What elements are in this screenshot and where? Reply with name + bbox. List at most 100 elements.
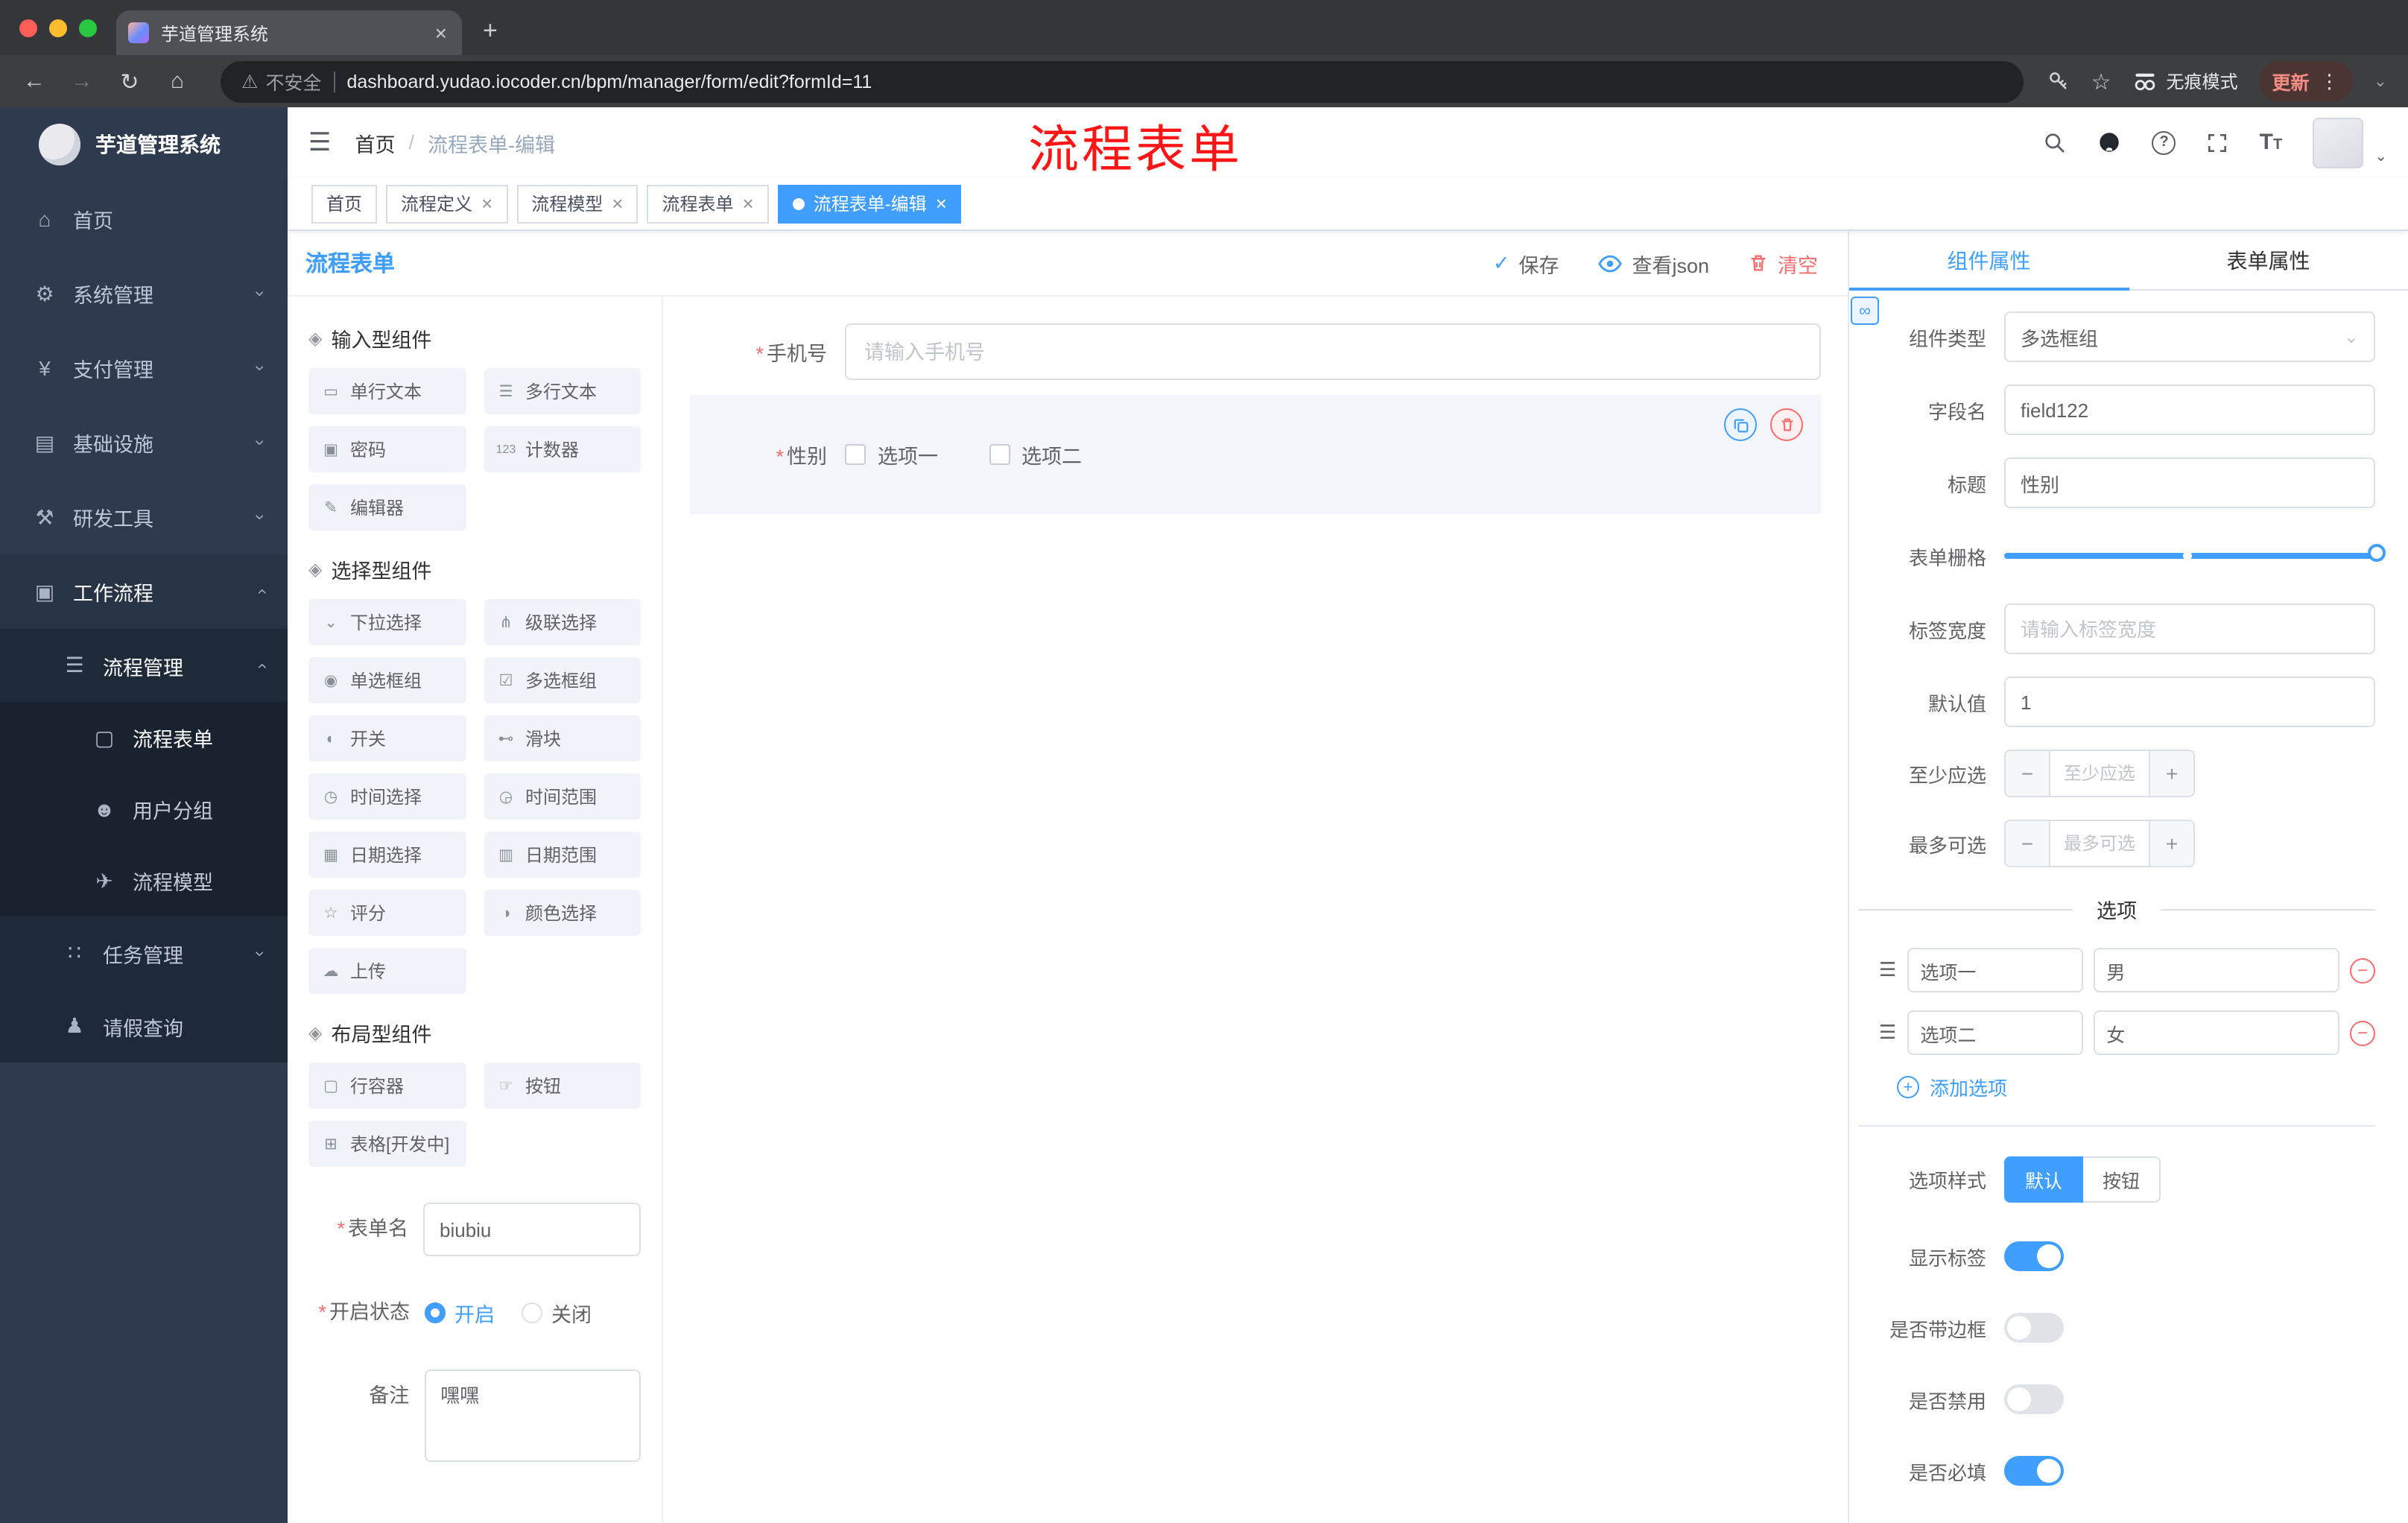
drag-handle-icon[interactable]: ☰ bbox=[1879, 1021, 1896, 1045]
tag-close-icon[interactable]: × bbox=[936, 192, 947, 215]
add-option-button[interactable]: + 添加选项 bbox=[1897, 1073, 2375, 1101]
minimize-window-button[interactable] bbox=[49, 19, 67, 37]
style-button-button[interactable]: 按钮 bbox=[2083, 1156, 2161, 1203]
option-text-input[interactable] bbox=[1907, 1010, 2083, 1055]
back-icon[interactable]: ← bbox=[15, 69, 54, 94]
tag-process-definition[interactable]: 流程定义 × bbox=[386, 184, 508, 223]
palette-item-time-picker[interactable]: ◷ 时间选择 bbox=[308, 773, 466, 820]
tag-close-icon[interactable]: × bbox=[612, 192, 623, 215]
github-icon[interactable] bbox=[2097, 130, 2123, 155]
help-icon[interactable]: ? bbox=[2152, 130, 2176, 154]
border-toggle[interactable] bbox=[2004, 1313, 2064, 1343]
tag-close-icon[interactable]: × bbox=[481, 192, 492, 215]
sidebar-item-payment[interactable]: ¥ 支付管理 › bbox=[0, 331, 288, 405]
palette-item-upload[interactable]: ☁ 上传 bbox=[308, 948, 466, 994]
sidebar-item-home[interactable]: ⌂ 首页 bbox=[0, 182, 288, 256]
form-name-input[interactable] bbox=[423, 1203, 641, 1256]
gender-option-1[interactable]: 选项一 bbox=[845, 440, 938, 469]
remove-option-icon[interactable]: − bbox=[2350, 957, 2375, 983]
sidebar-item-user-group[interactable]: ☻ 用户分组 bbox=[0, 773, 288, 845]
label-width-input[interactable] bbox=[2004, 604, 2375, 654]
search-icon[interactable] bbox=[2044, 130, 2068, 154]
font-size-icon[interactable]: TT bbox=[2260, 130, 2283, 155]
palette-item-button[interactable]: ☞ 按钮 bbox=[484, 1063, 641, 1109]
sidebar-item-devtools[interactable]: ⚒ 研发工具 › bbox=[0, 480, 288, 554]
option-text-input[interactable] bbox=[1907, 948, 2083, 992]
address-bar[interactable]: ⚠ 不安全 dashboard.yudao.iocoder.cn/bpm/man… bbox=[221, 60, 2024, 102]
sidebar-item-process-form[interactable]: ▢ 流程表单 bbox=[0, 702, 288, 773]
palette-item-rate[interactable]: ☆ 评分 bbox=[308, 890, 466, 936]
tag-home[interactable]: 首页 bbox=[311, 184, 378, 223]
max-checked-input[interactable] bbox=[2050, 821, 2149, 866]
canvas-field-phone[interactable]: * 手机号 bbox=[690, 323, 1821, 380]
required-toggle[interactable] bbox=[2004, 1456, 2064, 1486]
status-off-radio[interactable]: 关闭 bbox=[522, 1298, 592, 1328]
palette-item-single-text[interactable]: ▭ 单行文本 bbox=[308, 368, 466, 414]
gender-option-2[interactable]: 选项二 bbox=[989, 440, 1082, 469]
palette-item-slider[interactable]: ⊷ 滑块 bbox=[484, 715, 641, 762]
palette-item-date-picker[interactable]: ▦ 日期选择 bbox=[308, 832, 466, 878]
palette-item-multi-text[interactable]: ☰ 多行文本 bbox=[484, 368, 641, 414]
save-button[interactable]: ✓ 保存 bbox=[1493, 248, 1559, 278]
component-type-select[interactable]: 多选框组 ⌄ bbox=[2004, 311, 2375, 362]
sidebar-item-task-mgmt[interactable]: ∷ 任务管理 › bbox=[0, 916, 288, 990]
default-value-input[interactable] bbox=[2004, 677, 2375, 727]
bookmark-star-icon[interactable]: ☆ bbox=[2091, 68, 2111, 95]
palette-item-password[interactable]: ▣ 密码 bbox=[308, 426, 466, 472]
fullscreen-icon[interactable] bbox=[2206, 130, 2230, 154]
close-window-button[interactable] bbox=[19, 19, 37, 37]
reload-icon[interactable]: ↻ bbox=[110, 68, 149, 95]
tag-process-model[interactable]: 流程模型 × bbox=[516, 184, 639, 223]
security-chip[interactable]: ⚠ 不安全 bbox=[241, 67, 321, 95]
tag-process-form-edit[interactable]: 流程表单-编辑 × bbox=[777, 184, 962, 223]
option-value-input[interactable] bbox=[2093, 1010, 2339, 1055]
sidebar-item-leave-query[interactable]: ♟ 请假查询 bbox=[0, 990, 288, 1063]
tab-component-props[interactable]: 组件属性 bbox=[1849, 231, 2129, 291]
field-name-input[interactable] bbox=[2004, 384, 2375, 435]
show-label-toggle[interactable] bbox=[2004, 1241, 2064, 1271]
palette-item-checkbox-group[interactable]: ☑ 多选框组 bbox=[484, 657, 641, 703]
slider-handle[interactable] bbox=[2368, 544, 2386, 562]
checkbox-box[interactable] bbox=[845, 444, 866, 465]
tab-close-icon[interactable]: × bbox=[432, 21, 450, 45]
palette-item-row-container[interactable]: ▢ 行容器 bbox=[308, 1063, 466, 1109]
tag-process-form[interactable]: 流程表单 × bbox=[647, 184, 769, 223]
status-on-radio[interactable]: 开启 bbox=[425, 1298, 495, 1328]
slider-track[interactable] bbox=[2004, 544, 2386, 562]
increase-icon[interactable]: + bbox=[2149, 751, 2193, 796]
palette-item-counter[interactable]: 123 计数器 bbox=[484, 426, 641, 472]
style-default-button[interactable]: 默认 bbox=[2004, 1156, 2084, 1203]
clear-button[interactable]: 清空 bbox=[1748, 248, 1818, 278]
password-key-icon[interactable] bbox=[2048, 70, 2070, 92]
avatar-chevron-icon[interactable]: ⌄ bbox=[2374, 148, 2387, 165]
forward-icon[interactable]: → bbox=[63, 69, 101, 94]
decrease-icon[interactable]: − bbox=[2006, 751, 2050, 796]
canvas-field-gender-selected[interactable]: * 性别 选项一 选项二 bbox=[690, 395, 1821, 514]
form-grid-slider[interactable] bbox=[2004, 531, 2386, 581]
browser-tab[interactable]: 芋道管理系统 × bbox=[116, 10, 462, 55]
option-value-input[interactable] bbox=[2093, 948, 2339, 992]
browser-menu-icon[interactable]: ⋮ bbox=[2320, 69, 2339, 93]
min-checked-input[interactable] bbox=[2050, 751, 2149, 796]
palette-item-time-range[interactable]: ◶ 时间范围 bbox=[484, 773, 641, 820]
user-avatar[interactable] bbox=[2312, 117, 2363, 168]
palette-item-switch[interactable]: ◐ 开关 bbox=[308, 715, 466, 762]
sidebar-item-system[interactable]: ⚙ 系统管理 › bbox=[0, 256, 288, 331]
menu-toggle-icon[interactable]: ☰ bbox=[308, 127, 332, 157]
palette-item-select[interactable]: ⌄ 下拉选择 bbox=[308, 599, 466, 645]
copy-field-icon[interactable] bbox=[1724, 408, 1757, 441]
profile-chevron-icon[interactable]: ⌄ bbox=[2374, 72, 2387, 91]
remove-option-icon[interactable]: − bbox=[2350, 1020, 2375, 1045]
palette-item-table[interactable]: ⊞ 表格[开发中] bbox=[308, 1121, 466, 1167]
title-input[interactable] bbox=[2004, 457, 2375, 508]
decrease-icon[interactable]: − bbox=[2006, 821, 2050, 866]
sidebar-item-process-model[interactable]: ✈ 流程模型 bbox=[0, 845, 288, 916]
tab-form-props[interactable]: 表单属性 bbox=[2129, 231, 2408, 289]
form-remark-textarea[interactable]: 嘿嘿 bbox=[424, 1370, 641, 1462]
disabled-toggle[interactable] bbox=[2004, 1384, 2064, 1414]
phone-input[interactable] bbox=[845, 323, 1821, 380]
increase-icon[interactable]: + bbox=[2149, 821, 2193, 866]
home-icon[interactable]: ⌂ bbox=[158, 69, 197, 94]
view-json-button[interactable]: 查看json bbox=[1597, 248, 1709, 278]
palette-item-date-range[interactable]: ▥ 日期范围 bbox=[484, 832, 641, 878]
